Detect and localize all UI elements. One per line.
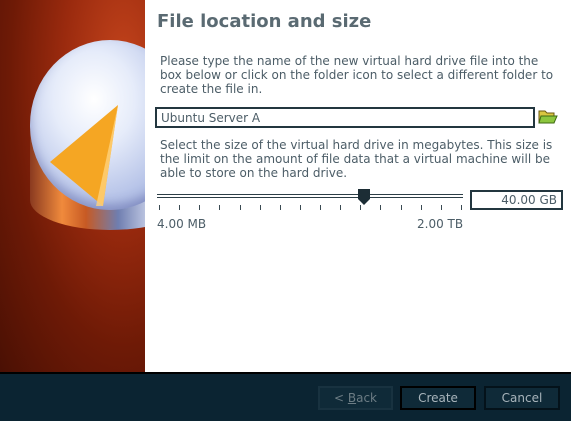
file-name-input[interactable] xyxy=(155,107,535,128)
slider-handle[interactable] xyxy=(357,189,371,205)
wizard-button-bar: < Back Create Cancel xyxy=(0,372,571,421)
wizard-sidebar-banner xyxy=(0,0,145,372)
slider-tick xyxy=(259,205,261,210)
slider-tick xyxy=(400,205,402,210)
size-slider[interactable] xyxy=(155,186,465,216)
back-prefix: < xyxy=(333,391,348,405)
slider-track xyxy=(157,194,463,195)
slider-tick xyxy=(340,205,342,210)
slider-tick xyxy=(299,205,301,210)
cancel-button[interactable]: Cancel xyxy=(484,386,560,410)
slider-tick xyxy=(440,205,442,210)
slider-tick xyxy=(279,205,281,210)
slider-tick xyxy=(461,205,462,210)
slider-tick xyxy=(320,205,322,210)
slider-tick xyxy=(159,205,160,210)
slider-tick xyxy=(380,205,382,210)
size-min-label: 4.00 MB xyxy=(157,217,207,231)
slider-tick xyxy=(360,205,362,210)
slider-tick xyxy=(179,205,181,210)
hard-disk-illustration-icon xyxy=(50,105,118,206)
create-button[interactable]: Create xyxy=(400,386,476,410)
slider-track-lower xyxy=(157,197,463,198)
folder-open-icon[interactable] xyxy=(538,108,558,126)
size-instructions: Select the size of the virtual hard driv… xyxy=(160,138,553,180)
size-max-label: 2.00 TB xyxy=(417,217,464,231)
back-button[interactable]: < Back xyxy=(318,386,393,410)
slider-tick xyxy=(219,205,221,210)
back-rest: ack xyxy=(356,391,377,405)
size-value-input[interactable] xyxy=(470,190,563,210)
slider-tick xyxy=(420,205,422,210)
page-title: File location and size xyxy=(157,11,372,32)
back-mnemonic: B xyxy=(347,391,357,405)
slider-tick xyxy=(199,205,201,210)
location-instructions: Please type the name of the new virtual … xyxy=(160,54,554,96)
slider-tick xyxy=(239,205,241,210)
